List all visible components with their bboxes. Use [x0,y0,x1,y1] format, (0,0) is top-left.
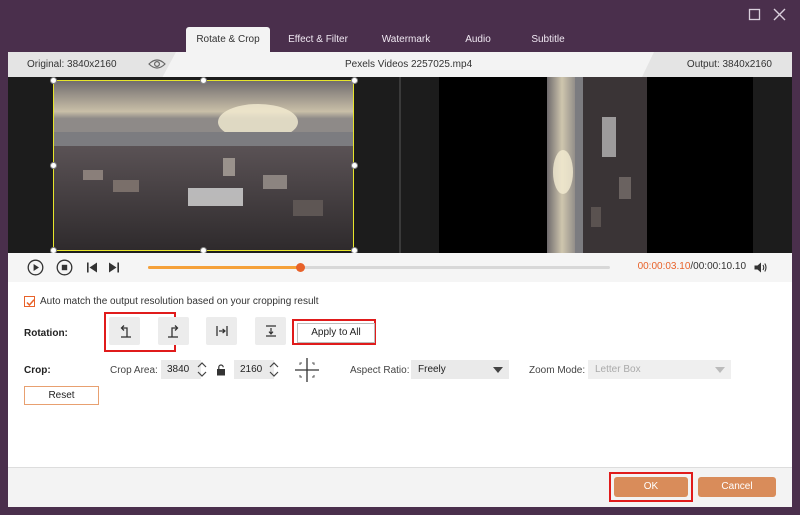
zoom-mode-value: Letter Box [595,364,641,375]
chevron-down-icon [715,367,725,373]
output-preview [401,77,792,253]
auto-match-label: Auto match the output resolution based o… [40,295,319,307]
original-resolution: Original: 3840x2160 [27,59,117,70]
crop-frame[interactable] [53,80,354,251]
center-crop-icon[interactable] [294,357,320,383]
zoom-mode-select: Letter Box [588,360,731,379]
seek-bar[interactable] [148,263,610,272]
volume-icon[interactable] [753,260,768,275]
tab-watermark[interactable]: Watermark [366,27,446,52]
crop-handle[interactable] [50,162,57,169]
rotate-right-icon [167,325,178,338]
tab-audio[interactable]: Audio [446,27,510,52]
chevron-down-icon [493,367,503,373]
cancel-button[interactable]: Cancel [698,477,776,497]
lock-icon[interactable] [216,364,226,376]
rotate-left-icon [120,325,131,338]
previous-frame-icon[interactable] [84,259,101,276]
rotation-label: Rotation: [24,328,68,339]
tab-subtitle[interactable]: Subtitle [510,27,586,52]
crop-area-label: Crop Area: [110,365,158,376]
auto-match-checkbox[interactable] [24,295,35,307]
stop-icon[interactable] [56,259,73,276]
reset-button[interactable]: Reset [24,386,99,405]
ok-button[interactable]: OK [614,477,688,497]
flip-horizontal-icon [215,326,228,336]
aspect-ratio-value: Freely [418,364,446,375]
aspect-ratio-select[interactable]: Freely [411,360,509,379]
rotate-left-button[interactable] [109,317,140,345]
flip-vertical-icon [265,325,276,337]
crop-handle[interactable] [200,77,207,84]
tab-effect-filter[interactable]: Effect & Filter [270,27,366,52]
info-bar: Original: 3840x2160 Pexels Videos 225702… [8,52,792,77]
apply-to-all-button[interactable]: Apply to All [297,323,375,343]
time-display: 00:00:03.10/00:00:10.10 [638,261,746,272]
flip-vertical-button[interactable] [255,317,286,345]
output-video-frame [439,77,753,253]
crop-width-input[interactable]: 3840 [161,360,201,379]
crop-handle[interactable] [351,77,358,84]
crop-handle[interactable] [50,77,57,84]
rotate-crop-dialog: Original: 3840x2160 Pexels Videos 225702… [8,52,792,507]
tab-rotate-crop[interactable]: Rotate & Crop [186,27,270,52]
seek-progress [148,266,301,269]
zoom-mode-label: Zoom Mode: [529,365,586,376]
eye-icon[interactable] [148,58,166,70]
output-resolution: Output: 3840x2160 [686,59,772,70]
current-time: 00:00:03.10 [637,261,691,272]
output-video-image [547,77,647,253]
flip-horizontal-button[interactable] [206,317,237,345]
total-time: 00:00:10.10 [693,261,746,272]
video-preview [8,77,792,254]
aspect-ratio-label: Aspect Ratio: [350,365,410,376]
maximize-icon[interactable] [747,7,763,23]
playback-controls: 00:00:03.10/00:00:10.10 [8,253,792,282]
crop-height-stepper[interactable] [268,360,280,379]
crop-label: Crop: [24,365,51,376]
rotate-right-button[interactable] [158,317,189,345]
seek-handle[interactable] [296,263,306,272]
next-frame-icon[interactable] [105,259,122,276]
original-preview [8,77,399,254]
file-name: Pexels Videos 2257025.mp4 [345,59,473,70]
close-icon[interactable] [772,7,788,23]
crop-handle[interactable] [351,162,358,169]
auto-match-row: Auto match the output resolution based o… [24,294,319,308]
tab-bar: Rotate & Crop Effect & Filter Watermark … [186,27,586,52]
play-icon[interactable] [27,259,44,276]
crop-width-stepper[interactable] [196,360,208,379]
